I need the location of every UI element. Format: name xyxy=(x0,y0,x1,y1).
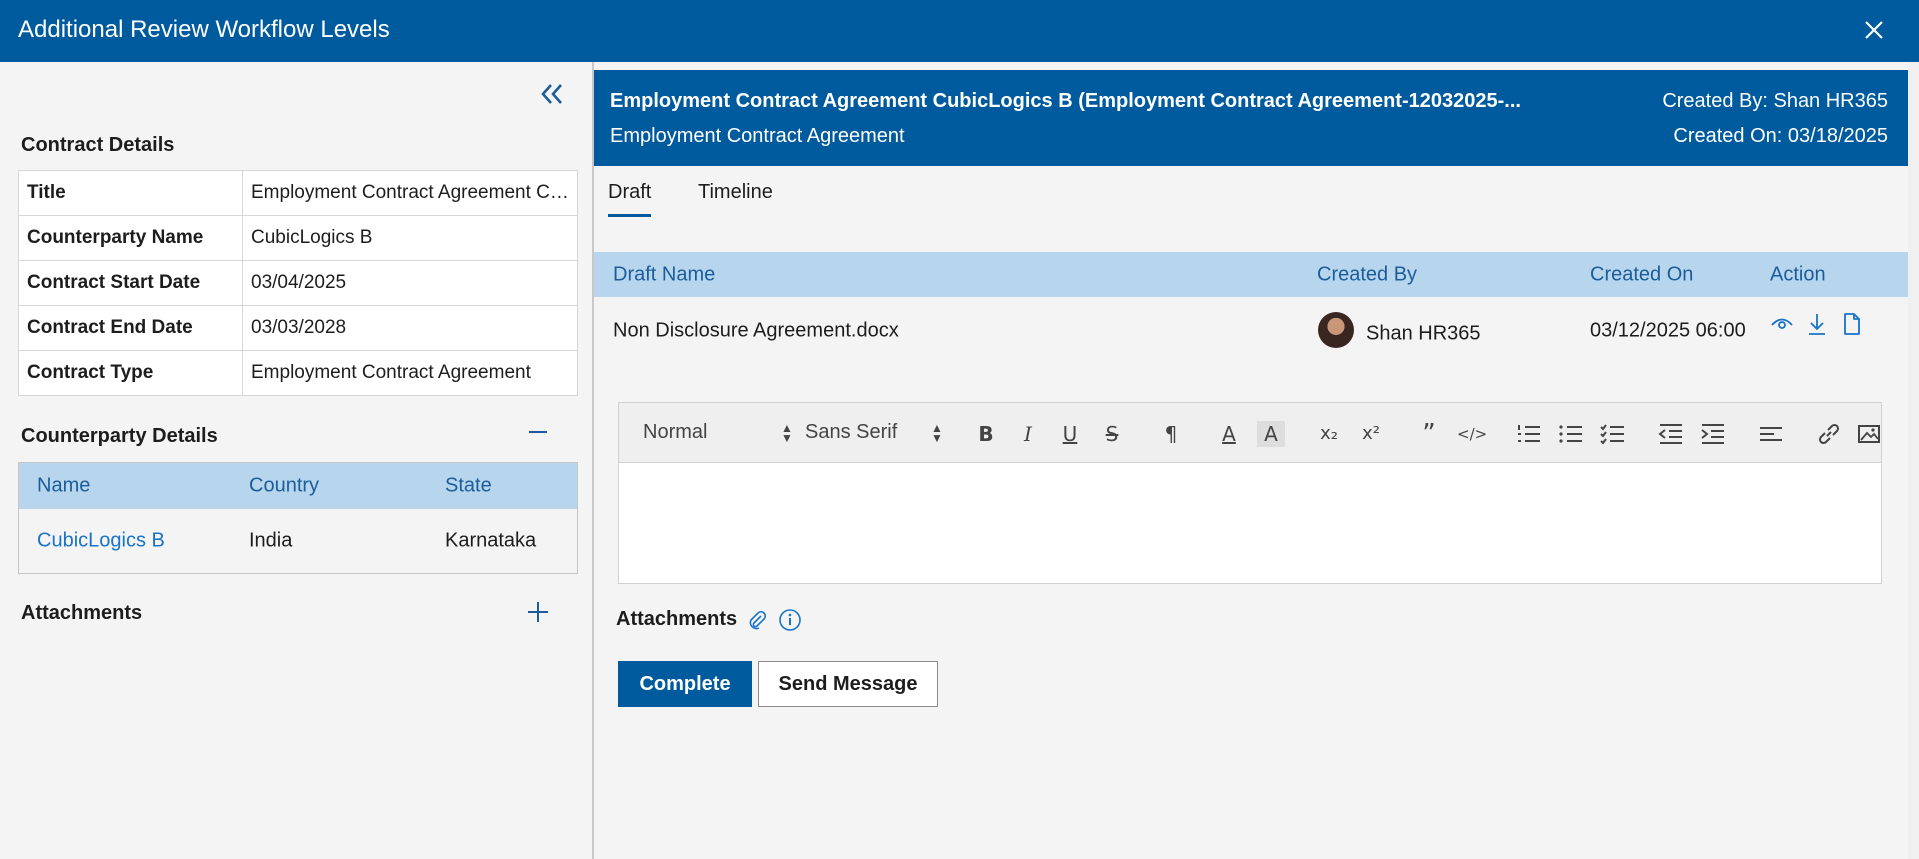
table-row: CubicLogics B India Karnataka xyxy=(19,509,577,573)
image-icon[interactable] xyxy=(1855,421,1883,447)
add-attachment-icon[interactable] xyxy=(526,600,550,624)
detail-key: Contract Start Date xyxy=(18,260,243,306)
format-select[interactable]: Normal ▲ ▼ xyxy=(643,421,793,444)
send-message-button[interactable]: Send Message xyxy=(758,661,938,707)
draft-header-row: Draft Name Created By Created On Action xyxy=(594,252,1908,297)
right-panel: Employment Contract Agreement CubicLogic… xyxy=(594,62,1908,859)
ordered-list-icon[interactable] xyxy=(1515,421,1543,447)
column-header-draft-name: Draft Name xyxy=(613,263,716,285)
font-select[interactable]: Sans Serif ▲ ▼ xyxy=(805,421,943,444)
draft-created-on: 03/12/2025 06:00 xyxy=(1590,319,1746,342)
select-arrows-icon: ▲ ▼ xyxy=(931,421,943,445)
counterparty-country: India xyxy=(249,529,293,552)
column-header-action: Action xyxy=(1770,263,1826,285)
created-by: Created By: Shan HR365 xyxy=(1662,90,1888,112)
contract-subtitle: Employment Contract Agreement xyxy=(610,125,905,147)
detail-value: 03/04/2025 xyxy=(242,260,578,306)
detail-key: Contract Type xyxy=(18,350,243,396)
text-color-icon[interactable]: A xyxy=(1215,421,1243,447)
tab-draft[interactable]: Draft xyxy=(608,181,652,217)
font-select-value: Sans Serif xyxy=(805,421,898,443)
detail-row-counterparty: Counterparty Name CubicLogics B xyxy=(18,215,578,261)
avatar xyxy=(1318,312,1354,348)
created-on: Created On: 03/18/2025 xyxy=(1673,125,1888,147)
bullet-list-icon[interactable] xyxy=(1557,421,1585,447)
contract-title: Employment Contract Agreement CubicLogic… xyxy=(610,90,1521,112)
download-icon[interactable] xyxy=(1804,311,1830,337)
draft-name: Non Disclosure Agreement.docx xyxy=(613,319,899,342)
link-icon[interactable] xyxy=(1815,421,1843,447)
detail-key: Title xyxy=(18,170,243,216)
align-icon[interactable] xyxy=(1757,421,1785,447)
counterparty-name-link[interactable]: CubicLogics B xyxy=(37,530,165,553)
detail-key: Counterparty Name xyxy=(18,215,243,261)
detail-value: Employment Contract Agreement CubicLogic… xyxy=(242,170,578,216)
detail-row-type: Contract Type Employment Contract Agreem… xyxy=(18,350,578,396)
italic-icon[interactable]: I xyxy=(1014,421,1042,447)
subscript-icon[interactable]: x₂ xyxy=(1315,421,1343,447)
text-direction-icon[interactable]: ¶ xyxy=(1157,421,1185,447)
contract-details-title: Contract Details xyxy=(21,134,175,156)
left-panel: Contract Details Title Employment Contra… xyxy=(0,62,592,859)
view-icon[interactable] xyxy=(1769,311,1795,337)
detail-value-text: Employment Contract Agreement CubicLogic… xyxy=(251,182,569,203)
column-header-state: State xyxy=(445,474,492,497)
contract-details-table: Title Employment Contract Agreement Cubi… xyxy=(18,170,578,396)
window-titlebar: Additional Review Workflow Levels xyxy=(0,0,1919,62)
rich-text-editor: Normal ▲ ▼ Sans Serif ▲ ▼ B I U S ¶ A A x₂… xyxy=(618,402,1882,584)
superscript-icon[interactable]: x² xyxy=(1357,421,1385,447)
scrollbar[interactable] xyxy=(1908,62,1919,859)
bold-icon[interactable]: B xyxy=(972,421,1000,447)
indent-icon[interactable] xyxy=(1699,421,1727,447)
detail-value: CubicLogics B xyxy=(242,215,578,261)
attachments-section-title: Attachments xyxy=(21,602,143,624)
window-title: Additional Review Workflow Levels xyxy=(18,16,390,43)
detail-value: 03/03/2028 xyxy=(242,305,578,351)
format-select-value: Normal xyxy=(643,421,708,443)
paperclip-icon[interactable] xyxy=(746,609,768,631)
editor-content[interactable] xyxy=(619,464,1881,583)
collapse-panel-icon[interactable] xyxy=(538,80,566,108)
draft-created-by: Shan HR365 xyxy=(1366,322,1481,345)
counterparty-state: Karnataka xyxy=(445,529,537,552)
info-icon[interactable] xyxy=(778,608,802,632)
underline-icon[interactable]: U xyxy=(1056,421,1084,447)
counterparty-header-row: Name Country State xyxy=(19,463,577,509)
complete-button[interactable]: Complete xyxy=(618,661,752,707)
outdent-icon[interactable] xyxy=(1657,421,1685,447)
table-row: Non Disclosure Agreement.docx Shan HR365… xyxy=(594,297,1908,367)
counterparty-table: Name Country State CubicLogics B India K… xyxy=(18,462,578,574)
attachments-label-text: Attachments xyxy=(616,608,738,630)
detail-value: Employment Contract Agreement xyxy=(242,350,578,396)
detail-row-end-date: Contract End Date 03/03/2028 xyxy=(18,305,578,351)
strikethrough-icon[interactable]: S xyxy=(1098,421,1126,447)
column-header-country: Country xyxy=(249,474,320,497)
detail-key: Contract End Date xyxy=(18,305,243,351)
column-header-created-by: Created By xyxy=(1317,263,1418,285)
copy-icon[interactable] xyxy=(1838,311,1864,337)
column-header-created-on: Created On xyxy=(1590,263,1694,285)
counterparty-details-title: Counterparty Details xyxy=(21,425,218,447)
checklist-icon[interactable] xyxy=(1599,421,1627,447)
select-arrows-icon: ▲ ▼ xyxy=(781,421,793,445)
collapse-section-icon[interactable] xyxy=(526,420,550,444)
detail-row-start-date: Contract Start Date 03/04/2025 xyxy=(18,260,578,306)
detail-row-title: Title Employment Contract Agreement Cubi… xyxy=(18,170,578,216)
attachments-label: Attachments xyxy=(616,608,801,631)
tab-timeline[interactable]: Timeline xyxy=(698,181,773,214)
blockquote-icon[interactable]: ” xyxy=(1415,421,1443,447)
close-icon[interactable] xyxy=(1858,14,1890,46)
code-block-icon[interactable]: </> xyxy=(1457,421,1487,447)
contract-header: Employment Contract Agreement CubicLogic… xyxy=(594,70,1908,166)
column-header-name: Name xyxy=(37,474,91,497)
background-color-icon[interactable]: A xyxy=(1257,421,1285,447)
editor-toolbar: Normal ▲ ▼ Sans Serif ▲ ▼ B I U S ¶ A A x₂… xyxy=(619,403,1881,463)
